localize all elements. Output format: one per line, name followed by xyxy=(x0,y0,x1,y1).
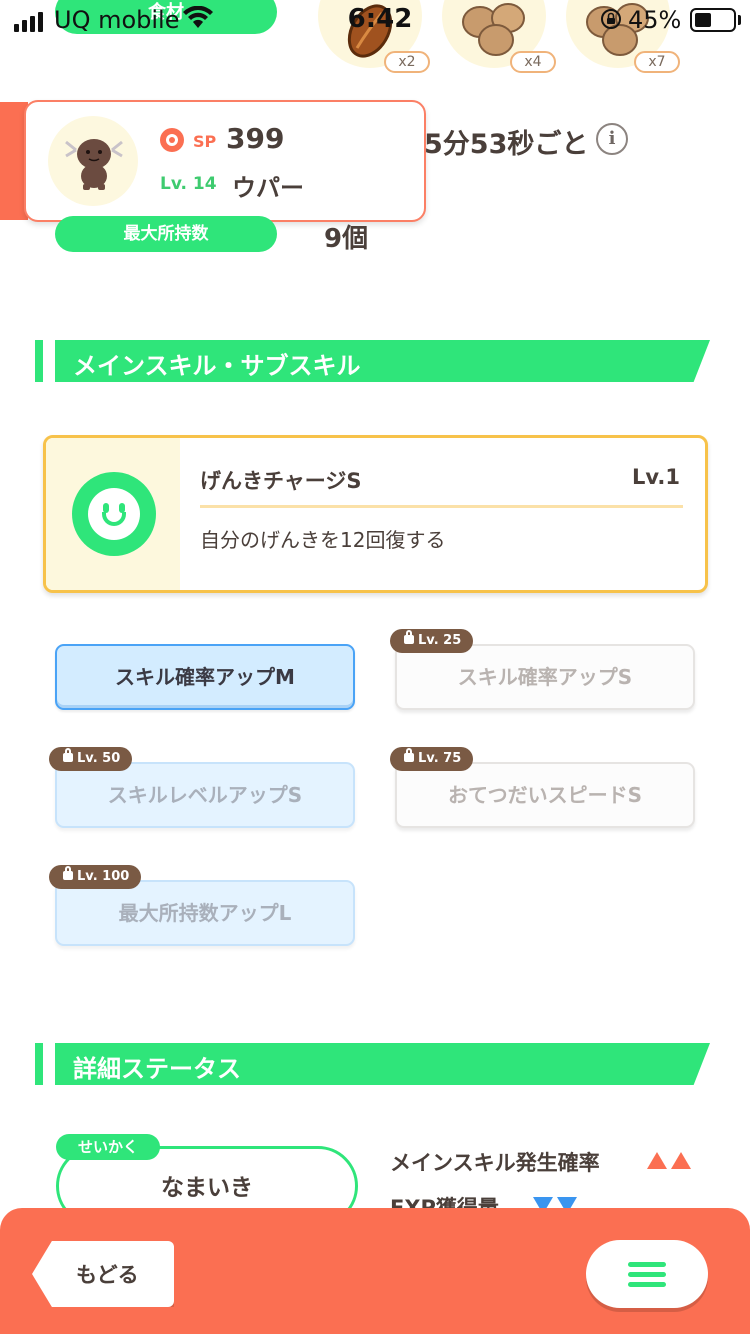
battery-nub xyxy=(738,15,741,25)
pokemon-name: ウパー xyxy=(232,174,304,202)
wooper-icon xyxy=(65,139,123,190)
stat-up-label: メインスキル発生確率 xyxy=(390,1151,600,1175)
main-skill-description: 自分のげんきを12回復する xyxy=(200,528,446,552)
subskill-button-1[interactable]: スキル確率アップM xyxy=(55,644,355,710)
nature-label: せいかく xyxy=(56,1134,160,1160)
details-section-title: 詳細ステータス xyxy=(73,1055,241,1083)
subskill-unlock-level-5: Lv. 100 xyxy=(77,869,130,884)
main-skill-icon-panel xyxy=(46,438,180,590)
subskill-lock-tag-3: Lv. 50 xyxy=(49,747,133,771)
ingredient-count-2: x4 xyxy=(510,51,556,73)
subskill-button-3[interactable]: スキルレベルアップS xyxy=(55,762,355,828)
details-section-header: 詳細ステータス xyxy=(55,1043,710,1085)
battery-level xyxy=(695,13,712,27)
signal-strength-icon xyxy=(14,10,43,32)
subskill-lock-tag-2: Lv. 25 xyxy=(390,629,474,653)
battery-percent: 45% xyxy=(628,6,682,34)
subskill-button-5[interactable]: 最大所持数アップL xyxy=(55,880,355,946)
main-skill-card[interactable] xyxy=(43,435,708,593)
pokemon-level: Lv. 14 xyxy=(160,174,217,194)
clock: 6:42 xyxy=(347,4,413,34)
menu-button[interactable] xyxy=(586,1240,708,1308)
ingredient-count-1: x2 xyxy=(384,51,430,73)
main-skill-divider xyxy=(200,505,683,508)
main-skill-name: げんきチャージS xyxy=(200,469,362,493)
battery-icon xyxy=(690,8,736,32)
smiley-face xyxy=(88,488,140,540)
subskill-unlock-level-2: Lv. 25 xyxy=(418,633,462,648)
max-carry-value: 9個 xyxy=(324,224,369,254)
smiley-mouth xyxy=(102,512,126,526)
stat-up-arrow-icon xyxy=(671,1152,691,1169)
info-icon[interactable]: i xyxy=(596,123,628,155)
section-accent xyxy=(35,340,43,382)
section-accent xyxy=(35,1043,43,1085)
max-carry-label: 最大所持数 xyxy=(55,216,277,252)
main-skill-level: Lv.1 xyxy=(632,465,680,489)
lock-icon xyxy=(63,748,73,762)
subskill-unlock-level-4: Lv. 75 xyxy=(418,751,462,766)
stat-up-arrow-icon xyxy=(647,1152,667,1169)
sp-label: SP xyxy=(193,132,217,151)
sp-ball-icon xyxy=(160,128,184,152)
lock-icon xyxy=(404,748,414,762)
smiley-icon xyxy=(72,472,156,556)
subskill-unlock-level-3: Lv. 50 xyxy=(77,751,121,766)
subskill-lock-tag-5: Lv. 100 xyxy=(49,865,142,889)
carrier-name: UQ mobile xyxy=(54,6,180,34)
nature-value: なまいき xyxy=(161,1175,253,1201)
wifi-icon xyxy=(183,6,213,28)
ingredient-count-3: x7 xyxy=(634,51,680,73)
help-interval: 5分53秒ごと xyxy=(424,129,589,160)
subskill-button-2[interactable]: スキル確率アップS xyxy=(395,644,695,710)
lock-icon xyxy=(63,866,73,880)
skills-section-title: メインスキル・サブスキル xyxy=(73,352,361,380)
rotation-lock-icon xyxy=(601,9,621,29)
sp-value: 399 xyxy=(226,122,285,155)
skills-section-header: メインスキル・サブスキル xyxy=(55,340,710,382)
subskill-button-4[interactable]: おてつだいスピードS xyxy=(395,762,695,828)
back-button[interactable]: もどる xyxy=(32,1241,174,1307)
lock-icon xyxy=(404,630,414,644)
status-bar: UQ mobile 6:42 45% xyxy=(0,0,750,42)
pokemon-avatar xyxy=(48,116,138,206)
back-button-label: もどる xyxy=(76,1263,139,1287)
subskill-lock-tag-4: Lv. 75 xyxy=(390,747,474,771)
